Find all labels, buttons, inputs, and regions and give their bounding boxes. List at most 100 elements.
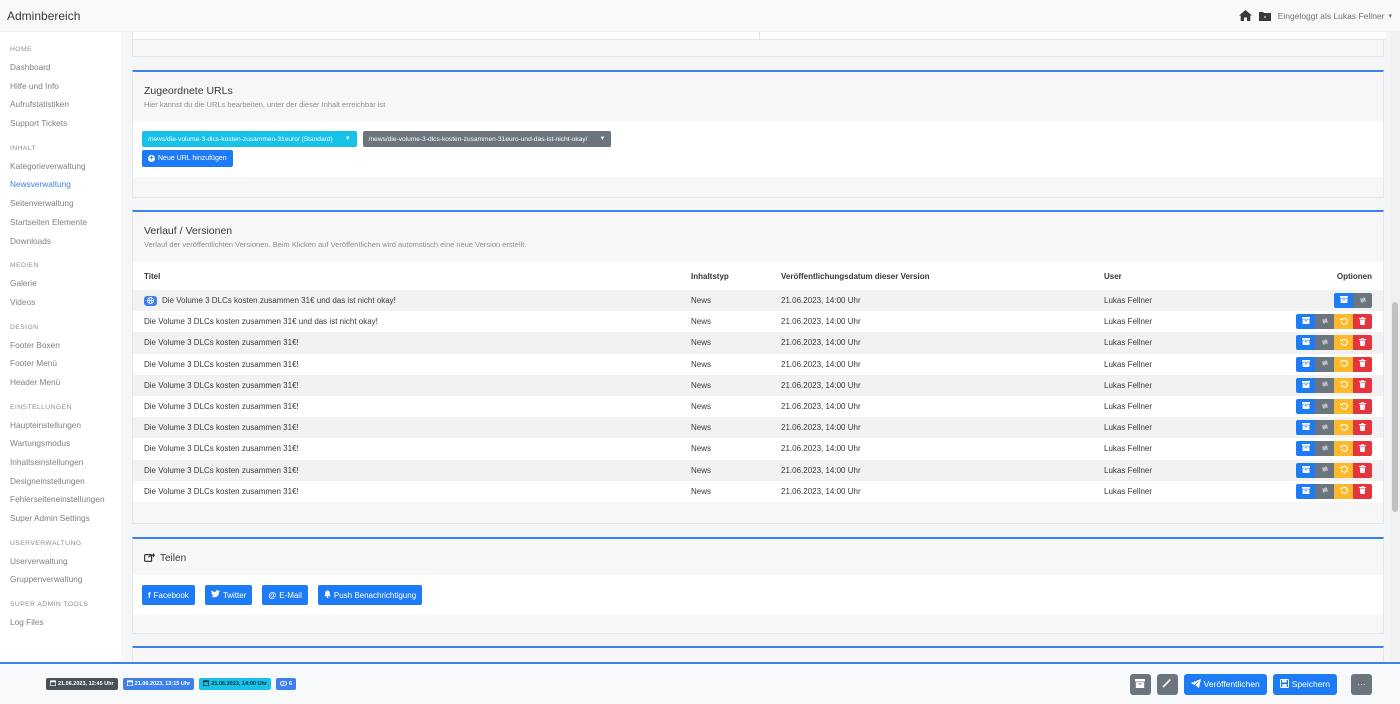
sidebar-item-aufrufstatistiken[interactable]: Aufrufstatistiken [10,95,111,114]
option-buttons [1296,314,1372,330]
restore-version-button[interactable] [1334,314,1353,330]
chevron-down-icon[interactable]: ▾ [1388,12,1392,20]
magic-wand-button[interactable] [1156,673,1178,695]
compare-version-button[interactable] [1315,356,1334,372]
publish-button[interactable]: Veröffentlichen [1183,673,1267,695]
compare-version-button[interactable] [1315,314,1334,330]
delete-version-button[interactable] [1353,483,1372,499]
sidebar-item-kategorieverwaltung[interactable]: Kategorieverwaltung [10,157,111,176]
sidebar-item-header-menü[interactable]: Header Menü [10,373,111,392]
archive-version-button[interactable] [1296,399,1315,415]
restore-version-button[interactable] [1334,399,1353,415]
sidebar-item-dashboard[interactable]: Dashboard [10,58,111,77]
compare-version-button[interactable] [1315,420,1334,436]
sidebar-item-seitenverwaltung[interactable]: Seitenverwaltung [10,194,111,213]
archive-version-button[interactable] [1296,462,1315,478]
cell-title: Die Volume 3 DLCs kosten zusammen 31€ un… [144,295,691,306]
delete-version-button[interactable] [1353,356,1372,372]
sidebar-item-newsverwaltung[interactable]: Newsverwaltung [10,175,111,194]
restore-version-button[interactable] [1334,462,1353,478]
restore-version-button[interactable] [1334,420,1353,436]
compare-version-button[interactable] [1315,335,1334,351]
sidebar-item-userverwaltung[interactable]: Userverwaltung [10,552,111,571]
restore-version-button[interactable] [1334,335,1353,351]
compare-version-button[interactable] [1315,399,1334,415]
save-button[interactable]: Speichern [1272,673,1337,695]
compare-version-button[interactable] [1315,483,1334,499]
archive-button[interactable] [1129,673,1151,695]
archive-version-button[interactable] [1296,335,1315,351]
url-dropdown-alt[interactable]: /news/die-volume-3-dlcs-kosten-zusammen-… [362,131,612,147]
archive-version-button[interactable] [1296,314,1315,330]
sidebar-item-wartungsmodus[interactable]: Wartungsmodus [10,434,111,453]
archive-version-button[interactable] [1296,356,1315,372]
home-icon[interactable] [1238,10,1252,21]
sidebar-item-support-tickets[interactable]: Support Tickets [10,114,111,133]
archive-icon [1301,486,1310,496]
archive-version-button[interactable] [1296,420,1315,436]
folder-plus-icon[interactable] [1258,11,1271,21]
versions-card-header: Verlauf / Versionen Verlauf der veröffen… [133,212,1383,249]
archive-icon [1301,423,1310,432]
delete-version-button[interactable] [1353,462,1372,478]
compare-version-button[interactable] [1315,377,1334,393]
share-twitter-button[interactable]: Twitter [204,585,253,605]
sidebar-item-hilfe-und-info[interactable]: Hilfe und Info [10,77,111,96]
delete-version-button[interactable] [1353,314,1372,330]
share-facebook-button[interactable]: f Facebook [142,585,195,605]
cell-options [1274,293,1372,309]
restore-version-button[interactable] [1334,377,1353,393]
share-push-benachrichtigung-button[interactable]: Push Benachrichtigung [317,585,423,605]
trash-icon [1359,443,1366,454]
delete-version-button[interactable] [1353,399,1372,415]
trash-icon [1359,380,1366,390]
status-badges: 21.06.2023, 12:45 Uhr 21.06.2023, 13:15 U… [46,678,297,690]
share-e-mail-button[interactable]: @ E-Mail [262,585,308,605]
delete-version-button[interactable] [1353,377,1372,393]
badge-label: 21.06.2023, 12:45 Uhr [58,681,114,687]
cell-user: Lukas Fellner [1104,402,1153,412]
archive-version-button[interactable] [1296,377,1315,393]
sidebar-item-super-admin-settings[interactable]: Super Admin Settings [10,509,111,528]
sidebar-item-gruppenverwaltung[interactable]: Gruppenverwaltung [10,570,111,589]
sidebar-item-log-files[interactable]: Log Files [10,613,111,632]
app-title[interactable]: Adminbereich [7,9,80,23]
archive-icon [1301,317,1310,326]
delete-version-button[interactable] [1353,420,1372,436]
delete-version-button[interactable] [1353,335,1372,351]
add-url-button[interactable]: + Neue URL hinzufügen [142,150,233,167]
compare-version-button[interactable] [1315,462,1334,478]
cell-type: News [691,444,712,454]
sidebar-item-designeinstellungen[interactable]: Designeinstellungen [10,472,111,491]
more-options-button[interactable]: ··· [1351,673,1372,695]
sidebar-item-haupteinstellungen[interactable]: Haupteinstellungen [10,416,111,435]
sidebar-item-downloads[interactable]: Downloads [10,232,111,251]
sidebar-item-inhaltseinstellungen[interactable]: Inhaltseinstellungen [10,453,111,472]
restore-version-button[interactable] [1334,441,1353,457]
restore-version-button[interactable] [1334,356,1353,372]
user-menu[interactable]: Eingeloggt als Lukas Fellner [1278,11,1385,21]
sidebar-item-fehlerseiteneinstellungen[interactable]: Fehlerseiteneinstellungen [10,490,111,509]
sidebar-item-videos[interactable]: Videos [10,293,111,312]
compare-version-button[interactable] [1353,293,1372,309]
url-dropdown-default[interactable]: /news/die-volume-3-dlcs-kosten-zusammen-… [142,131,357,147]
archive-version-button[interactable] [1296,483,1315,499]
sidebar-item-footer-menü[interactable]: Footer Menü [10,354,111,373]
exchange-icon [1321,317,1329,327]
archive-version-button[interactable] [1296,441,1315,457]
sidebar-section: DESIGN Footer Boxen Footer Menü Header Menü [0,324,121,392]
cell-title: Die Volume 3 DLCs kosten zusammen 31€! [144,487,691,496]
scrollbar[interactable] [1390,32,1400,662]
sidebar-item-footer-boxen[interactable]: Footer Boxen [10,336,111,355]
add-url-label: Neue URL hinzufügen [158,155,227,162]
archive-version-button[interactable] [1334,293,1353,309]
delete-version-button[interactable] [1353,441,1372,457]
column-header-options: Optionen [1336,271,1372,281]
sidebar-item-galerie[interactable]: Galerie [10,274,111,293]
scrollbar-thumb[interactable] [1392,302,1398,512]
cell-type: News [691,486,712,496]
compare-version-button[interactable] [1315,441,1334,457]
restore-version-button[interactable] [1334,483,1353,499]
cell-options [1274,314,1372,330]
sidebar-item-startseiten-elemente[interactable]: Startseiten Elemente [10,213,111,232]
